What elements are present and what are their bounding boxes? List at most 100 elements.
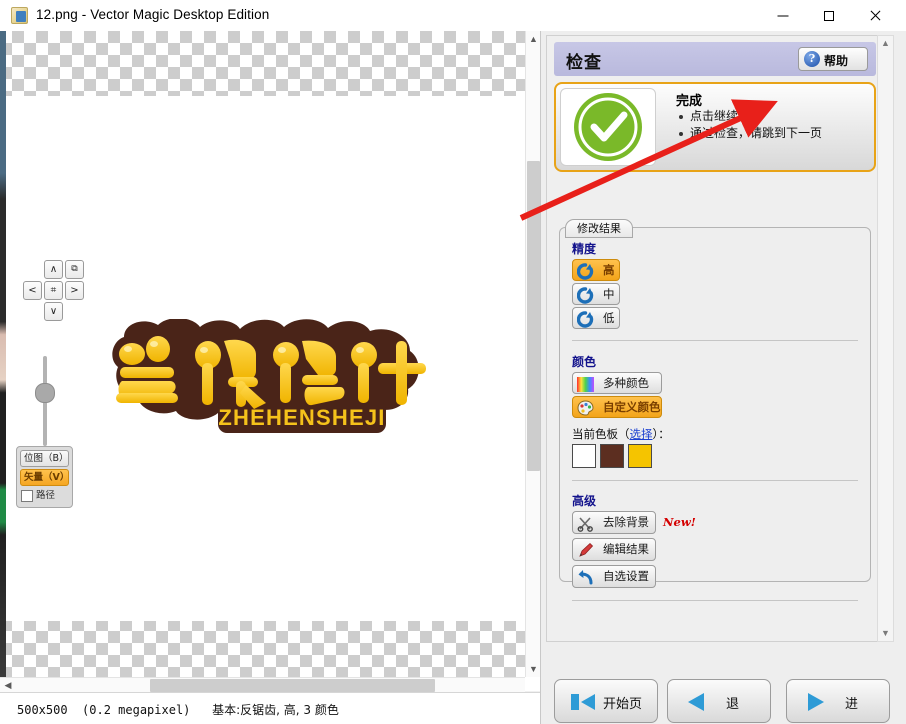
help-button[interactable]: ? 帮助: [798, 47, 868, 71]
panel-scroll-up-icon[interactable]: ▲: [878, 36, 893, 51]
new-badge: New!: [663, 515, 696, 529]
refresh-arrow-icon: [577, 263, 594, 280]
palette-icon: [577, 400, 594, 417]
advanced-heading: 高级: [572, 492, 596, 509]
canvas-vertical-scrollbar[interactable]: ▲ ▼: [525, 31, 541, 677]
panel-header: 检查 ? 帮助: [554, 42, 876, 76]
close-button[interactable]: [852, 0, 898, 31]
remove-background-label: 去除背景: [603, 512, 649, 532]
back-button[interactable]: 退: [667, 679, 771, 723]
custom-settings-button[interactable]: 自选设置: [572, 565, 656, 588]
next-icon: [801, 691, 831, 713]
divider: [572, 480, 858, 481]
palette-swatch-white[interactable]: [572, 444, 596, 468]
precision-high-label: 高: [603, 260, 615, 280]
precision-option-low[interactable]: 低: [572, 307, 620, 329]
zoom-slider-handle[interactable]: [35, 383, 55, 403]
color-custom-label: 自定义颜色: [603, 397, 661, 417]
palette-select-link[interactable]: 选择: [630, 427, 653, 441]
layer-vector-button[interactable]: 矢量（V）: [20, 469, 69, 486]
color-option-custom[interactable]: 自定义颜色: [572, 396, 662, 418]
result-bullet: 通过检查，请跳到下一页: [676, 125, 822, 142]
result-title: 完成: [676, 90, 702, 109]
right-panel: 检查 ? 帮助 完成 点击继续: [540, 31, 906, 724]
application-window: \u8ba1 \u677f 12.png - Vector Magic Desk…: [0, 0, 906, 724]
panel-scrollbar[interactable]: ▲ ▼: [877, 35, 894, 642]
edit-result-button[interactable]: 编辑结果: [572, 538, 656, 561]
vertical-scroll-thumb[interactable]: [527, 161, 540, 471]
green-check-icon: [561, 89, 655, 165]
image-dimensions: 500x500 (0.2 megapixel): [17, 703, 190, 717]
vector-magic-icon: [11, 7, 28, 24]
palette-swatch-brown[interactable]: [600, 444, 624, 468]
skip-to-start-icon: [569, 691, 599, 713]
next-label: 进: [845, 693, 858, 712]
panel-content: 检查 ? 帮助 完成 点击继续: [546, 35, 886, 642]
scroll-up-arrow-icon[interactable]: ▲: [526, 31, 541, 47]
precision-option-medium[interactable]: 中: [572, 283, 620, 305]
image-settings-info: 基本:反锯齿, 高, 3 颜色: [212, 703, 339, 717]
layer-path-label: 路径: [36, 490, 55, 501]
horizontal-scroll-thumb[interactable]: [150, 679, 435, 692]
color-heading: 颜色: [572, 353, 596, 370]
panel-title: 检查: [566, 48, 602, 73]
previous-icon: [682, 691, 712, 713]
precision-option-high[interactable]: 高: [572, 259, 620, 281]
fit-to-window-button[interactable]: ⧉: [65, 260, 84, 279]
pan-left-button[interactable]: <: [23, 281, 42, 300]
path-checkbox-box[interactable]: [21, 490, 33, 502]
tab-modify-result[interactable]: 修改结果: [565, 219, 633, 238]
palette-swatch-yellow[interactable]: [628, 444, 652, 468]
scroll-left-arrow-icon[interactable]: ◀: [0, 678, 16, 693]
pan-down-button[interactable]: ∨: [44, 302, 63, 321]
canvas-horizontal-scrollbar[interactable]: ◀: [0, 677, 525, 693]
remove-background-button[interactable]: 去除背景: [572, 511, 656, 534]
window-title: 12.png - Vector Magic Desktop Edition: [36, 7, 269, 22]
back-label: 退: [726, 693, 739, 712]
result-thumbnail[interactable]: [560, 88, 656, 166]
logo-pinyin: ZHEHENSHEJI: [218, 405, 385, 430]
scroll-down-arrow-icon[interactable]: ▼: [526, 661, 541, 677]
pencil-icon: [577, 542, 594, 559]
question-mark-icon: ?: [804, 51, 820, 67]
canvas-area[interactable]: ∧ ⧉ < ⌗ > ∨ 位图（B） 矢量（V） 路径: [0, 31, 540, 691]
palette-prefix: 当前色板（: [572, 427, 630, 441]
current-palette-label: 当前色板（选择）：: [572, 426, 670, 442]
status-bar: 500x500 (0.2 megapixel) 基本:反锯齿, 高, 3 颜色: [0, 692, 540, 724]
panel-scroll-down-icon[interactable]: ▼: [878, 626, 893, 641]
scissors-icon: [577, 515, 594, 532]
edit-result-label: 编辑结果: [603, 539, 649, 559]
layer-toggle-panel[interactable]: 位图（B） 矢量（V） 路径: [16, 446, 73, 508]
palette-suffix: ）：: [653, 427, 670, 441]
precision-medium-label: 中: [603, 284, 615, 304]
pan-right-button[interactable]: >: [65, 281, 84, 300]
refresh-arrow-icon: [577, 287, 594, 304]
title-bar[interactable]: 12.png - Vector Magic Desktop Edition: [0, 0, 906, 31]
layer-path-checkbox[interactable]: 路径: [20, 488, 69, 505]
layer-bitmap-button[interactable]: 位图（B）: [20, 450, 69, 467]
color-multiple-label: 多种颜色: [603, 373, 649, 393]
pan-navigation-pad[interactable]: ∧ ⧉ < ⌗ > ∨: [14, 260, 94, 322]
left-edge-strip: [0, 31, 6, 677]
result-bullets: 点击继续 通过检查，请跳到下一页: [676, 108, 822, 142]
minimize-button[interactable]: [760, 0, 806, 31]
precision-heading: 精度: [572, 240, 596, 257]
precision-low-label: 低: [603, 308, 615, 328]
rainbow-gradient-icon: [577, 376, 594, 393]
start-page-label: 开始页: [603, 693, 642, 712]
maximize-button[interactable]: [806, 0, 852, 31]
pan-up-button[interactable]: ∧: [44, 260, 63, 279]
status-text: 500x500 (0.2 megapixel) 基本:反锯齿, 高, 3 颜色: [17, 701, 339, 718]
divider: [572, 600, 858, 601]
start-page-button[interactable]: 开始页: [554, 679, 658, 723]
zoom-slider[interactable]: [38, 356, 52, 446]
settings-group: 精度 高 中: [559, 227, 871, 582]
result-status-card[interactable]: 完成 点击继续 通过检查，请跳到下一页: [554, 82, 876, 172]
color-option-multiple[interactable]: 多种颜色: [572, 372, 662, 394]
next-button[interactable]: 进: [786, 679, 890, 723]
custom-settings-label: 自选设置: [603, 566, 649, 586]
logo-artwork: ZHEHENSHEJI: [96, 319, 446, 437]
result-bullet: 点击继续: [676, 108, 822, 125]
undo-arrow-icon: [577, 569, 594, 586]
center-button[interactable]: ⌗: [44, 281, 63, 300]
